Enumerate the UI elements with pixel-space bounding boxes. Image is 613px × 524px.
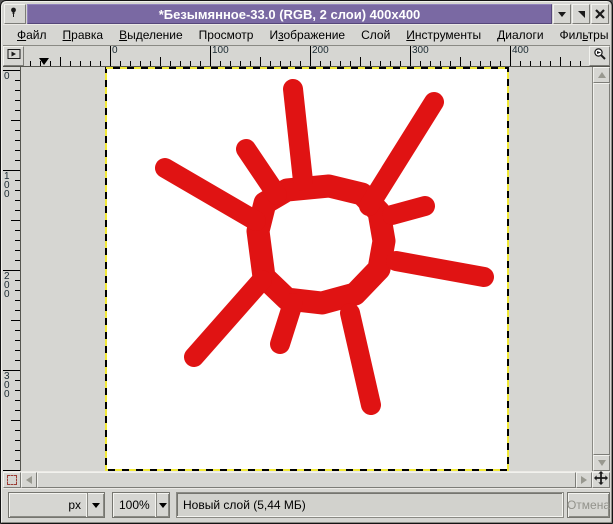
h-ruler-label-200: 200 — [312, 46, 329, 56]
arrow-left-icon — [26, 476, 32, 484]
pointer-marker-horizontal — [39, 58, 49, 65]
bottom-row — [3, 471, 610, 488]
menu-item-7[interactable]: Диалоги — [489, 26, 551, 44]
vertical-ruler[interactable]: 0 100 200 300 — [3, 67, 21, 471]
chevron-down-icon — [159, 503, 167, 508]
arrow-down-icon — [598, 460, 606, 466]
scroll-up-button[interactable] — [593, 67, 610, 83]
zoom-follow-icon — [593, 47, 607, 66]
arrow-right-icon — [581, 476, 587, 484]
v-ruler-label-300: 300 — [4, 372, 13, 399]
horizontal-scrollbar-thumb[interactable] — [37, 472, 576, 488]
cancel-button[interactable]: Отмена — [567, 492, 610, 518]
ruler-row: 0 100 200 300 400 — [3, 46, 610, 67]
titlebar[interactable]: *Безымянное-33.0 (RGB, 2 слои) 400x400 — [27, 4, 552, 24]
gimp-image-window: *Безымянное-33.0 (RGB, 2 слои) 400x400 — [0, 0, 613, 524]
menu-item-0[interactable]: Файл — [9, 26, 55, 44]
navigation-icon — [594, 471, 608, 490]
h-ruler-label-0: 0 — [112, 46, 118, 56]
pin-icon — [9, 5, 21, 23]
navigation-button[interactable] — [592, 472, 610, 488]
menu-item-6[interactable]: Инструменты — [398, 26, 489, 44]
scroll-left-button[interactable] — [21, 472, 37, 488]
statusbar: px 100% Новый слой (5,44 МБ) Отмена — [3, 488, 610, 521]
window-title: *Безымянное-33.0 (RGB, 2 слои) 400x400 — [159, 7, 421, 22]
v-ruler-label-100: 100 — [4, 172, 13, 199]
quickmask-button[interactable] — [3, 472, 21, 488]
menu-item-4[interactable]: Изображение — [261, 26, 353, 44]
unit-combo-arrow[interactable] — [87, 493, 104, 517]
horizontal-ruler[interactable]: 0 100 200 300 400 — [24, 46, 589, 66]
canvas-menu-icon — [7, 47, 21, 65]
unit-combo[interactable]: px — [8, 492, 105, 518]
vertical-scrollbar-thumb[interactable] — [593, 83, 610, 455]
canvas-padding-area — [21, 67, 592, 471]
window-controls — [553, 4, 609, 24]
scroll-right-button[interactable] — [576, 472, 592, 488]
menubar: ФайлПравкаВыделениеПросмотрИзображениеСл… — [3, 24, 610, 46]
vertical-scrollbar[interactable] — [592, 67, 610, 471]
close-button[interactable] — [591, 4, 609, 24]
quickmask-icon — [7, 475, 17, 485]
arrow-up-icon — [598, 72, 606, 78]
horizontal-scrollbar[interactable] — [21, 472, 592, 488]
scroll-down-button[interactable] — [593, 455, 610, 471]
menu-item-2[interactable]: Выделение — [111, 26, 191, 44]
image-canvas[interactable] — [105, 67, 509, 471]
pin-button[interactable] — [4, 4, 26, 24]
canvas-menu-button[interactable] — [3, 46, 24, 66]
close-icon — [595, 9, 605, 19]
v-ruler-label-0: 0 — [4, 72, 13, 81]
v-ruler-label-200: 200 — [4, 272, 13, 299]
window-menu-icon — [557, 9, 567, 19]
h-ruler-label-300: 300 — [412, 46, 429, 56]
zoom-follow-button[interactable] — [589, 46, 610, 66]
menu-item-3[interactable]: Просмотр — [191, 26, 262, 44]
titlebar-row: *Безымянное-33.0 (RGB, 2 слои) 400x400 — [4, 4, 609, 24]
h-ruler-label-400: 400 — [512, 46, 529, 56]
window-menu-button[interactable] — [553, 4, 571, 24]
canvas-region: 0 100 200 300 — [3, 67, 610, 471]
shade-button[interactable] — [572, 4, 590, 24]
zoom-combo[interactable]: 100% — [112, 492, 170, 518]
shade-icon — [576, 9, 586, 19]
unit-value: px — [62, 493, 87, 517]
zoom-value: 100% — [113, 493, 156, 517]
chevron-down-icon — [92, 503, 100, 508]
menu-item-5[interactable]: Слой — [353, 26, 398, 44]
h-ruler-label-100: 100 — [212, 46, 229, 56]
status-message: Новый слой (5,44 МБ) — [176, 492, 564, 518]
menu-item-8[interactable]: Фильтры — [552, 26, 613, 44]
zoom-combo-arrow[interactable] — [156, 493, 169, 517]
menu-item-1[interactable]: Правка — [55, 26, 112, 44]
